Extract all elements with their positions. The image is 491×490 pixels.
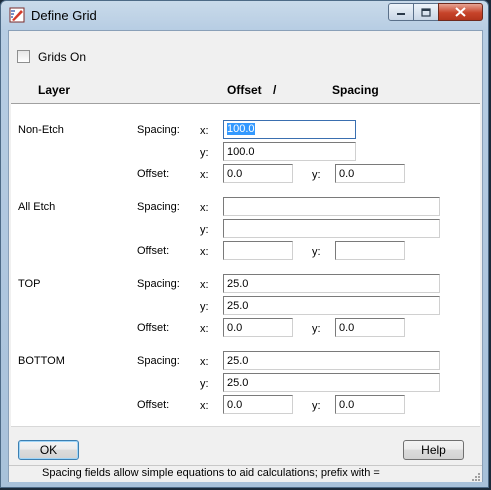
spacing-y-input[interactable]: [223, 373, 440, 392]
spacing-y-label: y:: [200, 147, 209, 159]
layer-name: Non-Etch: [18, 124, 64, 136]
offset-y-label: y:: [312, 323, 321, 335]
window-title: Define Grid: [31, 8, 97, 23]
resize-grip-icon[interactable]: [470, 471, 480, 481]
maximize-button[interactable]: [413, 3, 439, 21]
spacing-x-input[interactable]: [223, 197, 440, 216]
spacing-x-label: x:: [200, 356, 209, 368]
spacing-label: Spacing:: [137, 355, 180, 367]
spacing-x-label: x:: [200, 279, 209, 291]
spacing-x-label: x:: [200, 202, 209, 214]
status-bar: Spacing fields allow simple equations to…: [9, 465, 482, 482]
title-bar[interactable]: Define Grid: [1, 1, 488, 29]
spacing-y-input[interactable]: [223, 219, 440, 238]
offset-x-label: x:: [200, 169, 209, 181]
offset-x-label: x:: [200, 246, 209, 258]
spacing-label: Spacing:: [137, 278, 180, 290]
offset-y-input[interactable]: [335, 164, 405, 183]
offset-label: Offset:: [137, 245, 170, 257]
offset-y-label: y:: [312, 246, 321, 258]
spacing-y-label: y:: [200, 378, 209, 390]
offset-x-input[interactable]: [223, 318, 293, 337]
minimize-button[interactable]: [388, 3, 414, 21]
layer-name: TOP: [18, 278, 41, 290]
offset-y-input[interactable]: [335, 395, 405, 414]
offset-x-input[interactable]: [223, 241, 293, 260]
help-button[interactable]: Help: [403, 440, 464, 460]
spacing-x-input[interactable]: 100.0: [223, 120, 356, 139]
layer-header: Layer: [38, 83, 71, 97]
spacing-header: Spacing: [332, 83, 379, 97]
offset-y-input[interactable]: [335, 241, 405, 260]
offset-y-label: y:: [312, 169, 321, 181]
close-icon: [455, 7, 466, 17]
offset-label: Offset:: [137, 399, 170, 411]
spacing-y-input[interactable]: [223, 142, 356, 161]
offset-header: Offset: [227, 83, 262, 97]
offset-y-label: y:: [312, 400, 321, 412]
minimize-icon: [397, 13, 405, 15]
layer-name: All Etch: [18, 201, 56, 213]
offset-x-label: x:: [200, 323, 209, 335]
grids-on-checkbox[interactable]: [17, 50, 30, 63]
offset-label: Offset:: [137, 322, 170, 334]
grids-on-label[interactable]: Grids On: [38, 50, 86, 64]
layers-panel: Non-Etch Spacing: x: 100.0 y: Offset: x:…: [11, 103, 480, 427]
spacing-x-input[interactable]: [223, 274, 440, 293]
header-slash: /: [273, 83, 277, 97]
layer-name: BOTTOM: [18, 355, 65, 367]
spacing-x-input[interactable]: [223, 351, 440, 370]
offset-x-input[interactable]: [223, 164, 293, 183]
offset-x-input[interactable]: [223, 395, 293, 414]
maximize-icon: [421, 7, 431, 17]
offset-y-input[interactable]: [335, 318, 405, 337]
app-icon: [9, 7, 25, 23]
offset-label: Offset:: [137, 168, 170, 180]
define-grid-window: Define Grid Grids On Layer Offset / Spac…: [0, 0, 489, 488]
spacing-x-label: x:: [200, 125, 209, 137]
spacing-y-input[interactable]: [223, 296, 440, 315]
spacing-y-label: y:: [200, 301, 209, 313]
spacing-label: Spacing:: [137, 124, 180, 136]
selected-text: 100.0: [227, 123, 255, 135]
offset-x-label: x:: [200, 400, 209, 412]
dialog-body: Grids On Layer Offset / Spacing Non-Etch…: [8, 30, 483, 482]
close-button[interactable]: [438, 3, 483, 21]
spacing-label: Spacing:: [137, 201, 180, 213]
status-text: Spacing fields allow simple equations to…: [42, 467, 380, 479]
ok-button[interactable]: OK: [18, 440, 79, 460]
spacing-y-label: y:: [200, 224, 209, 236]
